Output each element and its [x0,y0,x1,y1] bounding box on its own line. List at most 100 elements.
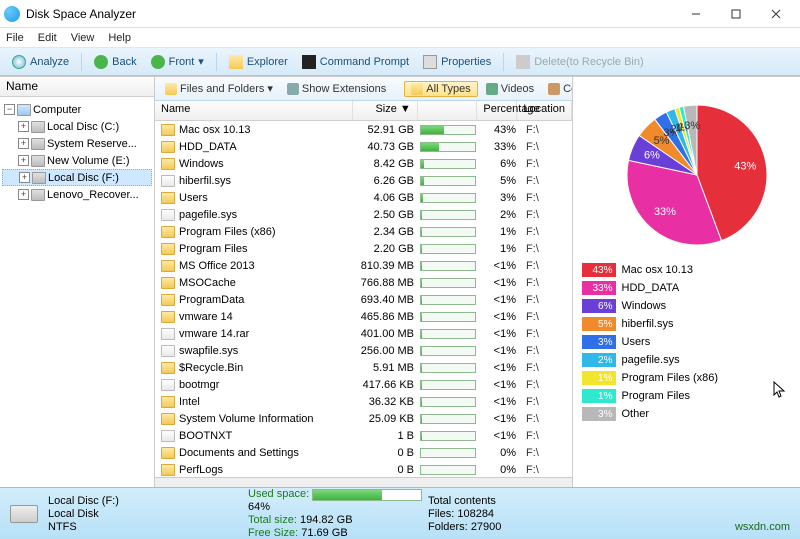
tree-header[interactable]: Name [0,77,154,97]
all-types-icon [411,83,423,95]
tree-root[interactable]: −Computer [2,101,152,118]
table-row[interactable]: vmware 14.rar401.00 MB<1%F:\ [155,325,572,342]
filter-show-extensions[interactable]: Show Extensions [281,82,392,96]
table-row[interactable]: swapfile.sys256.00 MB<1%F:\ [155,342,572,359]
forward-icon [151,55,165,69]
terminal-icon [302,55,316,69]
table-row[interactable]: BOOTNXT1 B<1%F:\ [155,427,572,444]
back-button[interactable]: Back [88,53,142,71]
file-icon [161,209,175,221]
menu-file[interactable]: File [6,32,24,44]
analyze-button[interactable]: Analyze [6,53,75,71]
front-button[interactable]: Front ▾ [145,53,210,71]
table-row[interactable]: MS Office 2013810.39 MB<1%F:\ [155,257,572,274]
folder-icon [161,124,175,136]
pie-legend: 43%Mac osx 10.1333%HDD_DATA6%Windows5%hi… [582,261,792,423]
menu-view[interactable]: View [71,32,95,44]
table-row[interactable]: hiberfil.sys6.26 GB5%F:\ [155,172,572,189]
folder-icon [161,464,175,476]
table-row[interactable]: $Recycle.Bin5.91 MB<1%F:\ [155,359,572,376]
folder-icon [161,243,175,255]
col-bar[interactable] [418,101,478,120]
table-row[interactable]: System Volume Information25.09 KB<1%F:\ [155,410,572,427]
table-row[interactable]: Program Files (x86)2.34 GB1%F:\ [155,223,572,240]
legend-item[interactable]: 1%Program Files [582,387,792,405]
legend-item[interactable]: 5%hiberfil.sys [582,315,792,333]
legend-item[interactable]: 1%Program Files (x86) [582,369,792,387]
tree-item-1[interactable]: +System Reserve... [2,135,152,152]
table-row[interactable]: Windows8.42 GB6%F:\ [155,155,572,172]
legend-item[interactable]: 6%Windows [582,297,792,315]
col-location[interactable]: Location [517,101,572,120]
folder-icon [161,141,175,153]
drive-icon [31,138,45,150]
status-files: Files: 108284 [428,508,568,520]
table-row[interactable]: vmware 14465.86 MB<1%F:\ [155,308,572,325]
table-row[interactable]: Program Files2.20 GB1%F:\ [155,240,572,257]
explorer-button[interactable]: Explorer [223,53,294,71]
table-row[interactable]: Mac osx 10.1352.91 GB43%F:\ [155,121,572,138]
status-contents-label: Total contents [428,495,568,507]
folder-icon [161,192,175,204]
folder-icon [161,396,175,408]
table-row[interactable]: MSOCache766.88 MB<1%F:\ [155,274,572,291]
tree-item-2[interactable]: +New Volume (E:) [2,152,152,169]
filter-files-folders[interactable]: Files and Folders ▾ [159,81,279,96]
tree-item-3[interactable]: +Local Disc (F:) [2,169,152,186]
table-row[interactable]: pagefile.sys2.50 GB2%F:\ [155,206,572,223]
folder-icon [161,226,175,238]
file-icon [161,379,175,391]
filter-videos[interactable]: Videos [480,82,540,96]
file-icon [161,328,175,340]
tree-item-0[interactable]: +Local Disc (C:) [2,118,152,135]
legend-item[interactable]: 33%HDD_DATA [582,279,792,297]
drive-icon [31,155,45,167]
tree-item-4[interactable]: +Lenovo_Recover... [2,186,152,203]
folder-icon [161,277,175,289]
menu-edit[interactable]: Edit [38,32,57,44]
legend-item[interactable]: 2%pagefile.sys [582,351,792,369]
toolbar: Analyze Back Front ▾ Explorer Command Pr… [0,48,800,76]
menubar: File Edit View Help [0,28,800,48]
menu-help[interactable]: Help [108,32,131,44]
extension-icon [287,83,299,95]
command-prompt-button[interactable]: Command Prompt [296,53,415,71]
status-free: Free Size: 71.69 GB [248,527,428,539]
minimize-button[interactable] [676,2,716,26]
legend-item[interactable]: 3%Other [582,405,792,423]
horizontal-scrollbar[interactable] [155,477,572,487]
legend-item[interactable]: 3%Users [582,333,792,351]
drive-icon [32,172,46,184]
table-row[interactable]: bootmgr417.66 KB<1%F:\ [155,376,572,393]
table-row[interactable]: ProgramData693.40 MB<1%F:\ [155,291,572,308]
table-row[interactable]: Users4.06 GB3%F:\ [155,189,572,206]
drive-icon [31,189,45,201]
filter-compressed[interactable]: Compressed [542,82,572,96]
maximize-button[interactable] [716,2,756,26]
table-row[interactable]: PerfLogs0 B0%F:\ [155,461,572,477]
pie-chart: 43%33%6%5%3%2%1%1%3% [587,85,787,255]
svg-text:3%: 3% [684,120,700,132]
delete-button[interactable]: Delete(to Recycle Bin) [510,53,649,71]
svg-text:6%: 6% [644,150,660,162]
site-link[interactable]: wsxdn.com [735,521,790,535]
properties-button[interactable]: Properties [417,53,497,71]
svg-text:43%: 43% [734,160,756,172]
status-drive-label: Local Disc (F:) [48,495,248,507]
file-list[interactable]: Mac osx 10.1352.91 GB43%F:\HDD_DATA40.73… [155,121,572,477]
filter-all-types[interactable]: All Types [404,81,477,97]
table-row[interactable]: Documents and Settings0 B0%F:\ [155,444,572,461]
back-icon [94,55,108,69]
file-icon [161,345,175,357]
drive-icon [10,505,38,523]
col-percentage[interactable]: Percentage [477,101,517,120]
filter-bar: Files and Folders ▾ Show Extensions All … [155,77,572,101]
legend-item[interactable]: 43%Mac osx 10.13 [582,261,792,279]
col-name[interactable]: Name [155,101,353,120]
table-row[interactable]: Intel36.32 KB<1%F:\ [155,393,572,410]
col-size[interactable]: Size ▼ [353,101,418,120]
column-headers: Name Size ▼ Percentage Location [155,101,572,121]
folder-icon [161,294,175,306]
close-button[interactable] [756,2,796,26]
table-row[interactable]: HDD_DATA40.73 GB33%F:\ [155,138,572,155]
